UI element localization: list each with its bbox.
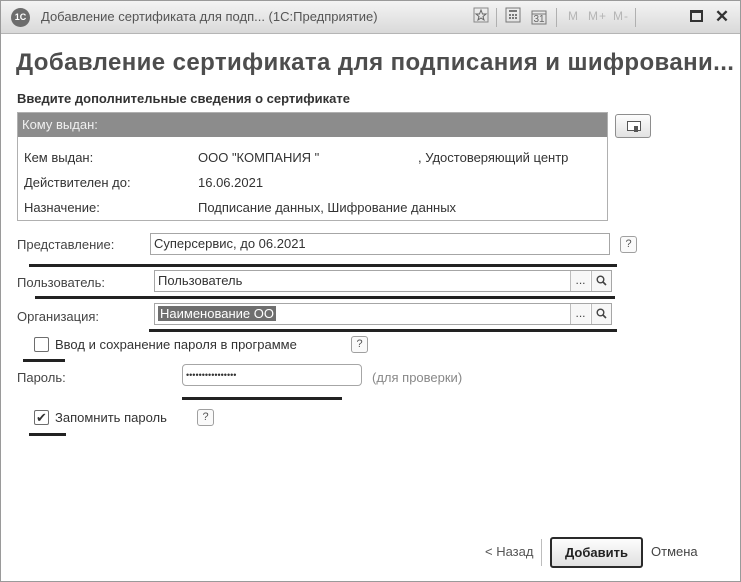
- user-search-icon[interactable]: [591, 271, 611, 291]
- organization-search-icon[interactable]: [591, 304, 611, 324]
- toolbar-separator: [496, 8, 497, 27]
- issued-by-value: ООО "КОМПАНИЯ ": [198, 150, 320, 165]
- presentation-label: Представление:: [17, 237, 115, 252]
- memory-m-button[interactable]: M: [568, 9, 579, 23]
- memory-plus-button[interactable]: M+: [588, 9, 607, 23]
- field-underline: [35, 296, 615, 299]
- presentation-input[interactable]: Суперсервис, до 06.2021: [150, 233, 610, 255]
- dialog-window: 1C Добавление сертификата для подп... (1…: [0, 0, 741, 582]
- section-title: Введите дополнительные сведения о сертиф…: [17, 91, 350, 106]
- user-select-button[interactable]: ...: [570, 271, 590, 291]
- memory-minus-button[interactable]: M-: [613, 9, 629, 23]
- cancel-button[interactable]: Отмена: [651, 544, 698, 559]
- remember-password-label: Запомнить пароль: [55, 410, 167, 425]
- enter-password-label: Ввод и сохранение пароля в программе: [55, 337, 297, 352]
- issued-to-header: Кому выдан:: [18, 113, 607, 137]
- field-underline: [29, 433, 66, 436]
- calculator-icon[interactable]: [503, 7, 523, 27]
- field-underline: [149, 329, 617, 332]
- calendar-icon[interactable]: 31: [529, 7, 549, 27]
- purpose-label: Назначение:: [24, 200, 100, 215]
- user-value: Пользователь: [158, 273, 243, 288]
- favorite-icon[interactable]: [471, 7, 491, 27]
- purpose-value: Подписание данных, Шифрование данных: [198, 200, 457, 215]
- remember-password-help-icon[interactable]: ?: [197, 409, 214, 426]
- enter-password-help-icon[interactable]: ?: [351, 336, 368, 353]
- field-underline: [182, 397, 342, 400]
- window-title: Добавление сертификата для подп... (1С:П…: [41, 9, 378, 24]
- password-hint: (для проверки): [372, 370, 463, 385]
- organization-input[interactable]: Наименование ОО ...: [154, 303, 612, 325]
- valid-until-value: 16.06.2021: [198, 175, 264, 190]
- password-label: Пароль:: [17, 370, 66, 385]
- organization-label: Организация:: [17, 309, 100, 324]
- button-separator: [541, 539, 542, 566]
- valid-until-label: Действителен до:: [24, 175, 131, 190]
- show-certificate-button[interactable]: [615, 114, 651, 138]
- user-input[interactable]: Пользователь ...: [154, 270, 612, 292]
- certificate-info-panel: Кому выдан: Кем выдан: ООО "КОМПАНИЯ " ,…: [17, 112, 608, 221]
- title-bar: 1C Добавление сертификата для подп... (1…: [1, 1, 740, 34]
- remember-password-checkbox[interactable]: ✔: [34, 410, 49, 425]
- organization-value: Наименование ОО: [158, 306, 276, 321]
- back-button[interactable]: < Назад: [485, 544, 533, 559]
- toolbar-separator: [556, 8, 557, 27]
- app-1c-icon[interactable]: 1C: [11, 8, 30, 27]
- password-input[interactable]: ••••••••••••••••: [182, 364, 362, 386]
- presentation-help-icon[interactable]: ?: [620, 236, 637, 253]
- toolbar-separator: [635, 8, 636, 27]
- user-label: Пользователь:: [17, 275, 105, 290]
- restore-icon[interactable]: [685, 6, 707, 28]
- add-button[interactable]: Добавить: [550, 537, 643, 568]
- organization-select-button[interactable]: ...: [570, 304, 590, 324]
- field-underline: [29, 264, 617, 267]
- field-underline: [23, 359, 65, 362]
- issued-by-label: Кем выдан:: [24, 150, 94, 165]
- issued-by-value-suffix: , Удостоверяющий центр: [418, 150, 569, 165]
- calendar-day: 31: [533, 14, 545, 25]
- enter-password-checkbox[interactable]: [34, 337, 49, 352]
- certificate-icon: [627, 121, 641, 132]
- close-icon[interactable]: ✕: [711, 6, 733, 28]
- page-title: Добавление сертификата для подписания и …: [16, 49, 735, 76]
